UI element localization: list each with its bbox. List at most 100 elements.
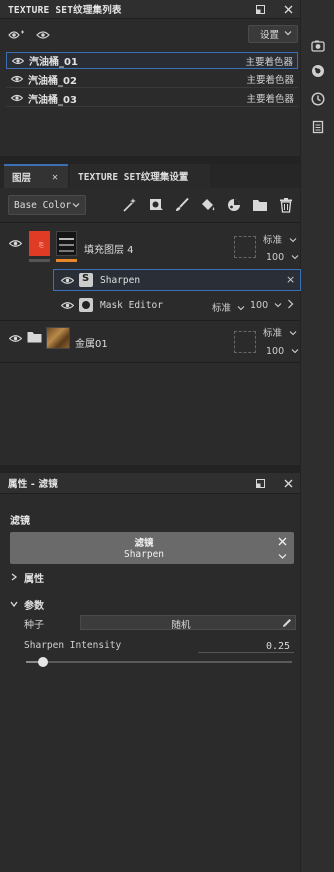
expand-right-icon[interactable] [287,299,294,312]
paint-brush-icon[interactable] [171,194,193,216]
mask-thumbnail[interactable] [56,231,77,256]
delete-effect-icon[interactable]: × [286,273,295,286]
layer-options-box[interactable] [234,331,256,353]
camera-icon[interactable] [306,34,330,58]
panel-splitter[interactable] [0,156,300,164]
panel-title: TEXTURE SET纹理集列表 [8,5,122,16]
tab-texture-set-settings[interactable]: TEXTURE SET纹理集设置 [70,164,210,188]
opacity-value: 100 [266,252,285,263]
folder-icon[interactable] [249,194,271,216]
chevron-down-icon [10,601,18,608]
seed-random-label: 随机 [171,620,191,631]
folder-icon [27,331,42,346]
texture-set-name: 汽油桶_02 [28,75,77,87]
chevron-down-icon [289,331,297,336]
tab-layers-label: 图层 [12,173,32,184]
maximize-icon[interactable] [251,0,269,18]
close-icon[interactable] [278,537,287,549]
thumbnail-underline [29,259,50,262]
filter-selector[interactable]: 滤镜 Sharpen [10,532,294,564]
settings-dropdown[interactable]: 设置 [248,25,298,43]
blend-mode-dropdown[interactable]: 标准 [263,325,297,339]
tab-texture-set-settings-label: TEXTURE SET纹理集设置 [78,172,189,183]
texture-set-list-header: TEXTURE SET纹理集列表 [0,0,300,18]
blend-mode-label: 标准 [263,328,283,339]
history-icon[interactable] [306,87,330,111]
section-title: 滤镜 [10,516,30,527]
blend-mode-label: 标准 [263,235,283,246]
blend-mode-dropdown[interactable]: 标准 [212,300,245,314]
panel-title: 属性 - 滤镜 [8,479,58,490]
blend-mode-dropdown[interactable]: 标准 [263,232,297,246]
opacity-dropdown[interactable]: 100 [266,252,299,263]
chevron-down-icon [291,255,299,260]
divider [0,362,300,363]
opacity-dropdown[interactable]: 100 [266,346,299,357]
slider-thumb[interactable] [37,657,48,667]
texture-set-row-2[interactable]: 汽油桶_02 主要着色器 [6,71,298,88]
shader-label: 主要着色器 [246,75,294,86]
chevron-down-icon [72,201,80,212]
shader-label: 主要着色器 [246,94,294,105]
fill-bucket-icon[interactable] [197,194,219,216]
opacity-value: 100 [266,346,285,357]
pencil-icon[interactable] [282,618,292,631]
settings-dropdown-label: 设置 [260,30,280,41]
layer-name: 金属01 [75,339,108,350]
chevron-down-icon [237,306,245,311]
eye-icon[interactable] [8,238,22,248]
chevron-down-icon [289,238,297,243]
add-mask-icon[interactable] [145,194,167,216]
eye-icon[interactable] [11,56,25,66]
effect-name: Mask Editor [100,300,163,311]
add-effect-icon[interactable] [119,194,141,216]
eye-icon[interactable] [60,275,74,285]
filter-selector-label: 滤镜 [134,538,154,549]
layer-options-box[interactable] [234,236,256,258]
texture-set-row-3[interactable]: 汽油桶_03 主要着色器 [6,90,298,107]
texture-set-name: 汽油桶_03 [28,94,77,106]
channel-dropdown-label: Base Color [14,199,72,211]
toggle-all-visibility-icon[interactable] [8,27,26,43]
opacity-dropdown[interactable]: 100 [250,300,282,311]
panel-splitter[interactable] [0,465,300,473]
value-underline [198,652,294,653]
params-group-toggle[interactable]: 参数 [10,597,130,612]
material-thumbnail[interactable] [46,327,70,349]
chevron-right-icon [11,573,18,581]
chevron-down-icon [291,349,299,354]
close-icon[interactable]: ✕ [52,172,58,183]
fill-color-thumbnail[interactable]: ⎘ [29,231,50,256]
sharpen-intensity-value[interactable]: 0.25 [266,641,290,652]
chevron-down-icon [274,303,282,308]
channel-dropdown[interactable]: Base Color [8,195,86,215]
divider [0,18,300,19]
log-icon[interactable] [306,115,330,139]
mask-generator-icon [79,298,93,312]
close-icon[interactable] [279,0,297,18]
sharpen-intensity-slider-track[interactable] [26,657,292,667]
maximize-icon[interactable] [251,474,269,492]
tab-layers[interactable]: 图层 ✕ [4,164,68,188]
attributes-group-toggle[interactable]: 属性 [10,570,130,585]
mask-active-indicator [56,259,77,262]
effect-name: Sharpen [100,275,141,286]
chevron-down-icon [284,29,292,40]
display-settings-icon[interactable] [306,59,330,83]
opacity-value: 100 [250,300,269,311]
texture-set-name: 汽油桶_01 [29,57,78,68]
filter-selector-value: Sharpen [123,549,165,560]
eye-icon[interactable] [36,27,52,43]
seed-random-button[interactable]: 随机 [80,615,296,631]
eye-icon[interactable] [60,300,74,310]
blend-mode-label: 标准 [212,303,232,314]
close-icon[interactable] [279,474,297,492]
smart-material-icon[interactable] [223,194,245,216]
eye-icon[interactable] [10,74,24,84]
eye-icon[interactable] [8,333,22,343]
layer-name: 填充图层 4 [84,245,134,256]
chevron-down-icon[interactable] [278,552,287,563]
eye-icon[interactable] [10,93,24,103]
trash-icon[interactable] [275,194,297,216]
texture-set-row-1[interactable]: 汽油桶_01 主要着色器 [6,52,298,69]
